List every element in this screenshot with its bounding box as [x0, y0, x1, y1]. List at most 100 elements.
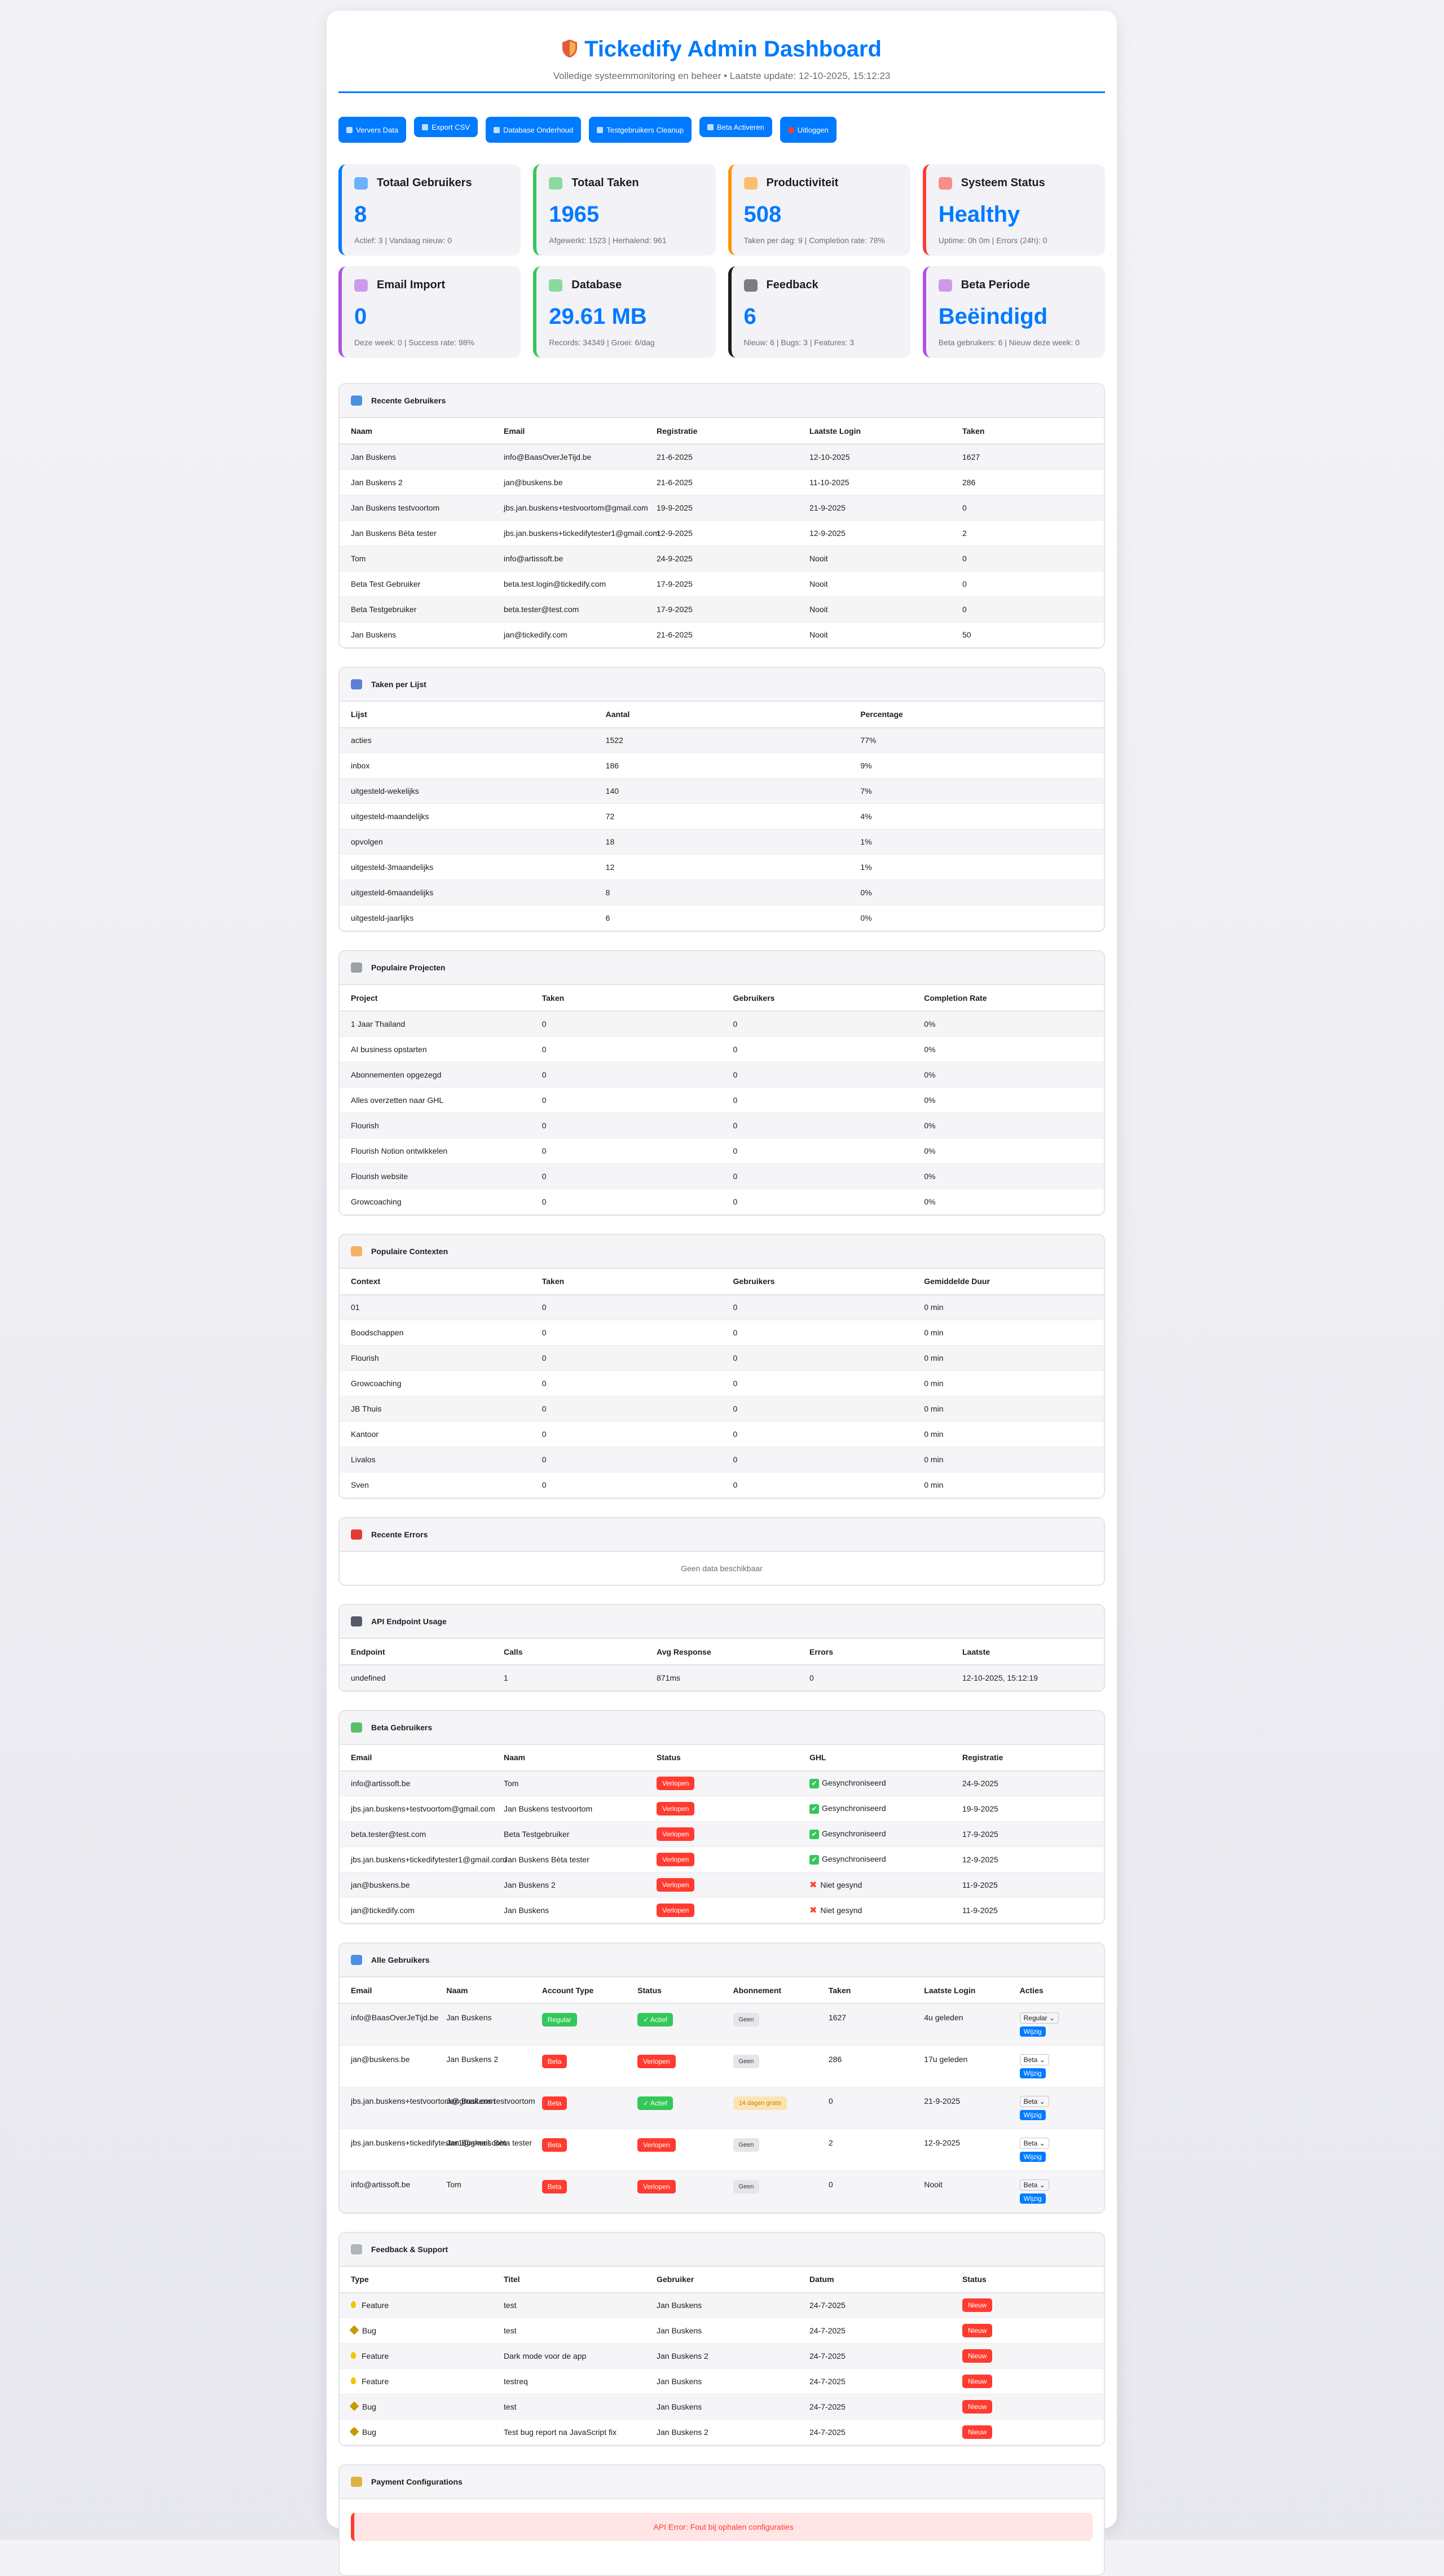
name-cell: Beta Testgebruiker: [492, 1821, 645, 1847]
column-header: Project: [340, 985, 531, 1012]
stat-detail: Deze week: 0 | Success rate: 98%: [354, 338, 474, 347]
table-cell: 2: [951, 520, 1104, 546]
all-users-panel: Alle Gebruikers Email Naam Account Type Sta…: [338, 1942, 1105, 2214]
popular-contexts-table: Context Taken Gebruikers Gemiddelde Duur 01 0…: [340, 1268, 1104, 1498]
speech-bubble-icon: [351, 2244, 362, 2254]
status-badge: Verlopen: [657, 1827, 695, 1841]
table-cell: jbs.jan.buskens+tickedifytester1@gmail.c…: [492, 520, 659, 546]
recent-users-table: Naam Email Registratie Laatste Login Taken Ja…: [340, 418, 1104, 648]
dashboard-container: Tickedify Admin Dashboard Volledige syst…: [327, 11, 1117, 2576]
table-row: Feature Dark mode voor de app Jan Buskens …: [340, 2343, 1104, 2369]
table-row: info@BaasOverJeTijd.be Jan Buskens Regular…: [340, 2003, 1104, 2046]
table-cell: 17-9-2025: [645, 571, 798, 597]
column-header: Naam: [340, 418, 492, 445]
account-type-badge: Beta: [542, 2096, 567, 2110]
column-header: Naam: [435, 1977, 531, 2004]
edit-button[interactable]: Wijzig: [1019, 2026, 1046, 2037]
table-cell: Boodschappen: [340, 1320, 531, 1346]
edit-button[interactable]: Wijzig: [1019, 2068, 1046, 2078]
bulb-icon: [351, 2301, 356, 2309]
account-type-select[interactable]: Beta: [1019, 2137, 1049, 2149]
table-cell: Alles overzetten naar GHL: [340, 1087, 531, 1113]
payment-panel: Payment Configurations API Error: Fout b…: [338, 2464, 1105, 2576]
status-cell: Verlopen: [645, 1770, 798, 1796]
table-cell: Nooit: [798, 546, 951, 572]
account-type-select[interactable]: Regular: [1019, 2012, 1059, 2024]
edit-button[interactable]: Wijzig: [1019, 2151, 1046, 2162]
last-login-cell: Nooit: [913, 2170, 1009, 2213]
table-cell: Jan Buskens: [340, 444, 492, 470]
table-cell: 286: [951, 469, 1104, 495]
table-row: Jan Buskens testvoortom jbs.jan.buskens+t…: [340, 495, 1104, 521]
table-row: Alles overzetten naar GHL 0 0 0%: [340, 1087, 1104, 1113]
shield-icon: [562, 39, 578, 58]
table-cell: Jan Buskens testvoortom: [340, 495, 492, 521]
edit-button[interactable]: Wijzig: [1019, 2109, 1046, 2120]
column-header: Lijst: [340, 701, 595, 728]
table-cell: Growcoaching: [340, 1189, 531, 1215]
table-row: 1 Jaar Thailand 0 0 0%: [340, 1011, 1104, 1037]
cross-icon-label: Niet gesynd: [809, 1906, 862, 1915]
table-cell: 0: [721, 1447, 913, 1472]
table-row: jbs.jan.buskens+tickedifytester1@gmail.c…: [340, 1847, 1104, 1872]
table-cell: 21-6-2025: [645, 469, 798, 495]
table-row: Beta Test Gebruiker beta.test.login@ticke…: [340, 571, 1104, 597]
table-cell: Nooit: [798, 596, 951, 622]
table-cell: 0: [530, 1138, 722, 1164]
bug-icon: [349, 2325, 359, 2335]
date-cell: 24-7-2025: [798, 2292, 951, 2318]
table-cell: 0 min: [913, 1396, 1104, 1422]
column-header: Acties: [1008, 1977, 1104, 2004]
refresh-button[interactable]: Ververs Data: [338, 117, 407, 143]
stat-card: Systeem Status Healthy Uptime: 0h 0m | Err…: [922, 164, 1105, 256]
table-cell: 871ms: [645, 1665, 798, 1691]
account-type-select[interactable]: Beta: [1019, 2095, 1049, 2107]
stat-detail: Afgewerkt: 1523 | Herhalend: 961: [549, 236, 667, 245]
column-header: Gebruiker: [645, 2266, 798, 2293]
table-row: AI business opstarten 0 0 0%: [340, 1036, 1104, 1062]
account-type-select[interactable]: Beta: [1019, 2054, 1049, 2065]
status-badge: Nieuw: [962, 2324, 993, 2337]
check-icon-label: Gesynchroniseerd: [809, 1778, 886, 1787]
column-header: Laatste: [951, 1639, 1104, 1665]
status-badge: Nieuw: [962, 2349, 993, 2363]
registration-cell: 11-9-2025: [951, 1872, 1104, 1898]
table-row: jbs.jan.buskens+testvoortom@gmail.com Jan…: [340, 2087, 1104, 2129]
type-cell: Feature: [340, 2343, 492, 2369]
table-cell: 0: [530, 1062, 722, 1088]
recent-errors-empty: Geen data beschikbaar: [681, 1564, 763, 1573]
beta-activate-button[interactable]: Beta Activeren: [699, 117, 772, 137]
subscription-cell: Geen: [721, 2003, 817, 2046]
email-cell: jbs.jan.buskens+tickedifytester1@gmail.c…: [340, 1847, 507, 1872]
email-cell: info@artissoft.be: [340, 2170, 435, 2213]
column-header: Registratie: [645, 418, 798, 445]
edit-button[interactable]: Wijzig: [1019, 2193, 1046, 2204]
tasks-cell: 0: [817, 2170, 913, 2213]
subscription-badge: Geen: [733, 2138, 760, 2152]
table-cell: 0: [721, 1472, 913, 1498]
beta-users-title: Beta Gebruikers: [371, 1722, 433, 1732]
ghl-cell: Gesynchroniseerd: [798, 1770, 951, 1796]
table-row: Flourish 0 0 0 min: [340, 1345, 1104, 1371]
logout-button[interactable]: Uitloggen: [780, 117, 837, 143]
table-cell: 0: [721, 1011, 913, 1037]
calendar-icon: [549, 177, 563, 190]
table-cell: 77%: [849, 727, 1104, 753]
table-cell: Flourish website: [340, 1163, 531, 1189]
stat-card: Totaal Taken 1965 Afgewerkt: 1523 | Herhal…: [533, 164, 716, 256]
status-cell: Verlopen: [645, 1897, 798, 1923]
status-cell: Nieuw: [951, 2419, 1104, 2445]
table-cell: 0: [721, 1036, 913, 1062]
export-csv-button[interactable]: Export CSV: [414, 117, 478, 137]
table-row: Sven 0 0 0 min: [340, 1472, 1104, 1498]
stat-header: Email Import: [354, 279, 508, 292]
database-maintenance-button[interactable]: Database Onderhoud: [486, 117, 582, 143]
table-cell: 0: [530, 1036, 722, 1062]
table-row: 01 0 0 0 min: [340, 1294, 1104, 1320]
status-cell: Verlopen: [645, 1796, 798, 1822]
users-icon: [351, 1955, 362, 1965]
stats-grid: Totaal Gebruikers 8 Actief: 3 | Vandaag ni…: [338, 164, 1105, 358]
test-users-cleanup-button[interactable]: Testgebruikers Cleanup: [589, 117, 692, 143]
account-type-select[interactable]: Beta: [1019, 2179, 1049, 2191]
table-cell: 0: [721, 1294, 913, 1320]
